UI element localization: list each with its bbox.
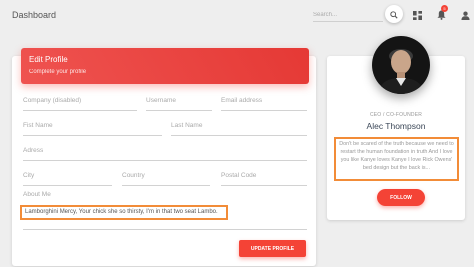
edit-profile-subtitle: Complete your profile — [29, 69, 87, 75]
company-label: Company (disabled) — [23, 97, 82, 104]
search-button[interactable] — [385, 5, 403, 23]
top-navbar: Dashboard 5 — [0, 0, 474, 30]
edit-profile-title: Edit Profile — [29, 55, 68, 64]
postal-code-field[interactable]: Postal Code — [221, 172, 307, 186]
company-field: Company (disabled) — [23, 97, 137, 111]
notification-count-badge: 5 — [441, 5, 448, 12]
search-icon — [390, 7, 398, 22]
navbar-brand[interactable]: Dashboard — [12, 10, 56, 20]
country-field[interactable]: Country — [122, 172, 210, 186]
person-icon — [460, 8, 470, 23]
username-field[interactable]: Username — [146, 97, 212, 111]
edit-profile-header: Edit Profile Complete your profile — [21, 48, 309, 84]
edit-profile-card: Edit Profile Complete your profile — [12, 48, 316, 266]
dashboard-grid-icon — [412, 8, 422, 23]
about-me-label: About Me — [23, 191, 51, 198]
city-label: City — [23, 172, 35, 179]
search-input[interactable] — [313, 8, 383, 22]
profile-menu-button[interactable] — [459, 9, 471, 21]
last-name-label: Last Name — [171, 122, 203, 129]
address-label: Adress — [23, 147, 44, 154]
avatar — [372, 36, 430, 94]
follow-button[interactable]: FOLLOW — [377, 189, 425, 206]
city-field[interactable]: City — [23, 172, 112, 186]
address-field[interactable]: Adress — [23, 147, 307, 161]
country-label: Country — [122, 172, 145, 179]
dashboard-grid-button[interactable] — [411, 9, 423, 21]
update-profile-button[interactable]: UPDATE PROFILE — [239, 240, 306, 257]
first-name-label: Fist Name — [23, 122, 53, 129]
email-field[interactable]: Email address — [221, 97, 307, 111]
profile-role: CEO / CO-FOUNDER — [369, 112, 423, 118]
about-me-underline — [23, 229, 307, 230]
about-me-textarea[interactable]: Lamborghini Mercy, Your chick she so thi… — [20, 205, 228, 220]
last-name-field[interactable]: Last Name — [171, 122, 307, 136]
profile-name: Alec Thompson — [366, 121, 426, 131]
username-label: Username — [146, 97, 176, 104]
profile-bio: Don't be scared of the truth because we … — [334, 137, 459, 181]
first-name-field[interactable]: Fist Name — [23, 122, 162, 136]
email-label: Email address — [221, 97, 263, 104]
postal-code-label: Postal Code — [221, 172, 257, 179]
